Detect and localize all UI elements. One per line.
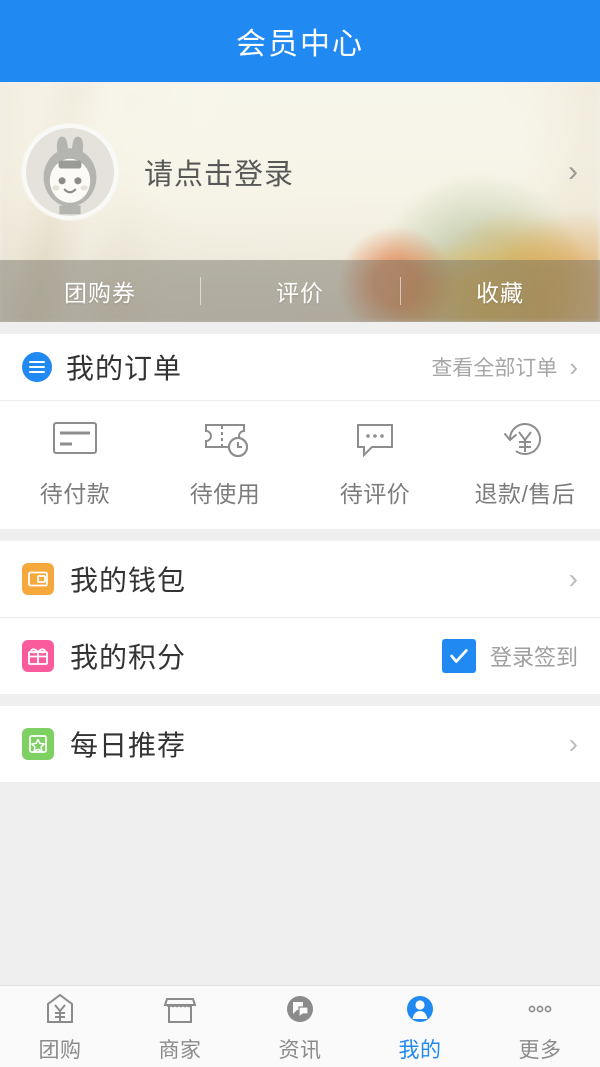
order-status-label: 退款/售后	[474, 481, 576, 507]
orders-card: 我的订单 查看全部订单 › 待付款 待使用 待评价 退款/售后	[0, 334, 600, 529]
stats-strip: 团购券 评价 收藏	[0, 260, 600, 322]
tab-label: 更多	[518, 1038, 562, 1062]
chat-circle-icon	[280, 990, 320, 1028]
menu-item-points[interactable]: 我的积分 登录签到	[0, 618, 600, 694]
profile-banner: 请点击登录 › 团购券 评价 收藏	[0, 82, 600, 322]
stat-item-favorites[interactable]: 收藏	[400, 274, 600, 308]
login-row[interactable]: 请点击登录 ›	[0, 82, 600, 262]
tab-news[interactable]: 资讯	[240, 986, 360, 1067]
ticket-clock-icon	[197, 413, 253, 465]
view-all-orders-link[interactable]: 查看全部订单	[431, 352, 557, 382]
list-circle-icon	[22, 352, 52, 382]
checkin-checkbox[interactable]	[441, 639, 476, 673]
stat-item-coupons[interactable]: 团购券	[0, 274, 200, 308]
comment-bubble-icon	[347, 413, 403, 465]
chevron-right-icon: ›	[569, 352, 578, 382]
check-icon	[450, 649, 468, 663]
order-status-unreviewed[interactable]: 待评价	[300, 413, 450, 509]
tab-groupbuy[interactable]: 团购	[0, 986, 120, 1067]
order-status-label: 待评价	[339, 481, 411, 507]
order-status-grid: 待付款 待使用 待评价 退款/售后	[0, 401, 600, 529]
tab-profile[interactable]: 我的	[360, 986, 480, 1067]
chevron-right-icon: ›	[568, 728, 578, 759]
order-status-unpaid[interactable]: 待付款	[0, 413, 150, 509]
checkin-control[interactable]: 登录签到	[441, 639, 578, 673]
refund-yen-icon	[497, 413, 553, 465]
section-gap	[0, 694, 600, 706]
tag-yen-icon	[40, 990, 80, 1028]
page-title: 会员中心	[236, 28, 364, 61]
shop-icon	[160, 990, 200, 1028]
order-status-refund[interactable]: 退款/售后	[450, 413, 600, 509]
default-rabbit-avatar-icon	[43, 136, 97, 215]
menu-item-daily-recommend[interactable]: 每日推荐 ›	[0, 706, 600, 782]
tab-label: 资讯	[278, 1038, 322, 1062]
section-gap	[0, 529, 600, 541]
orders-header[interactable]: 我的订单 查看全部订单 ›	[0, 334, 600, 400]
star-frame-icon	[22, 728, 54, 760]
tab-label: 商家	[158, 1038, 202, 1062]
stat-item-reviews[interactable]: 评价	[200, 274, 400, 308]
tab-more[interactable]: 更多	[480, 986, 600, 1067]
menu-label: 我的积分	[70, 642, 187, 673]
wallet-icon	[22, 563, 54, 595]
bottom-navigation: 团购 商家 资讯 我的 更多	[0, 985, 600, 1067]
chevron-right-icon: ›	[568, 155, 578, 188]
menu-label: 我的钱包	[70, 565, 187, 596]
gift-icon	[22, 640, 54, 672]
menu-item-wallet[interactable]: 我的钱包 ›	[0, 541, 600, 617]
dots-icon	[520, 990, 560, 1028]
orders-title: 我的订单	[66, 353, 183, 384]
app-screen: 会员中心 请点击登录 › 团购券 评价 收藏 我的订单 查看全部订单 › 待付款…	[0, 0, 600, 1067]
order-status-label: 待付款	[39, 481, 111, 507]
person-circle-icon	[400, 990, 440, 1028]
section-gap	[0, 322, 600, 334]
avatar[interactable]	[22, 124, 118, 220]
tab-label: 我的	[398, 1038, 442, 1062]
menu-label: 每日推荐	[70, 730, 187, 761]
order-status-unused[interactable]: 待使用	[150, 413, 300, 509]
tab-label: 团购	[38, 1038, 82, 1062]
page-filler	[0, 783, 600, 985]
login-prompt-label: 请点击登录	[144, 159, 295, 191]
page-header: 会员中心	[0, 0, 600, 82]
checkin-label: 登录签到	[489, 645, 578, 670]
chevron-right-icon: ›	[568, 563, 578, 594]
credit-card-icon	[47, 413, 103, 465]
order-status-label: 待使用	[189, 481, 261, 507]
tab-merchants[interactable]: 商家	[120, 986, 240, 1067]
